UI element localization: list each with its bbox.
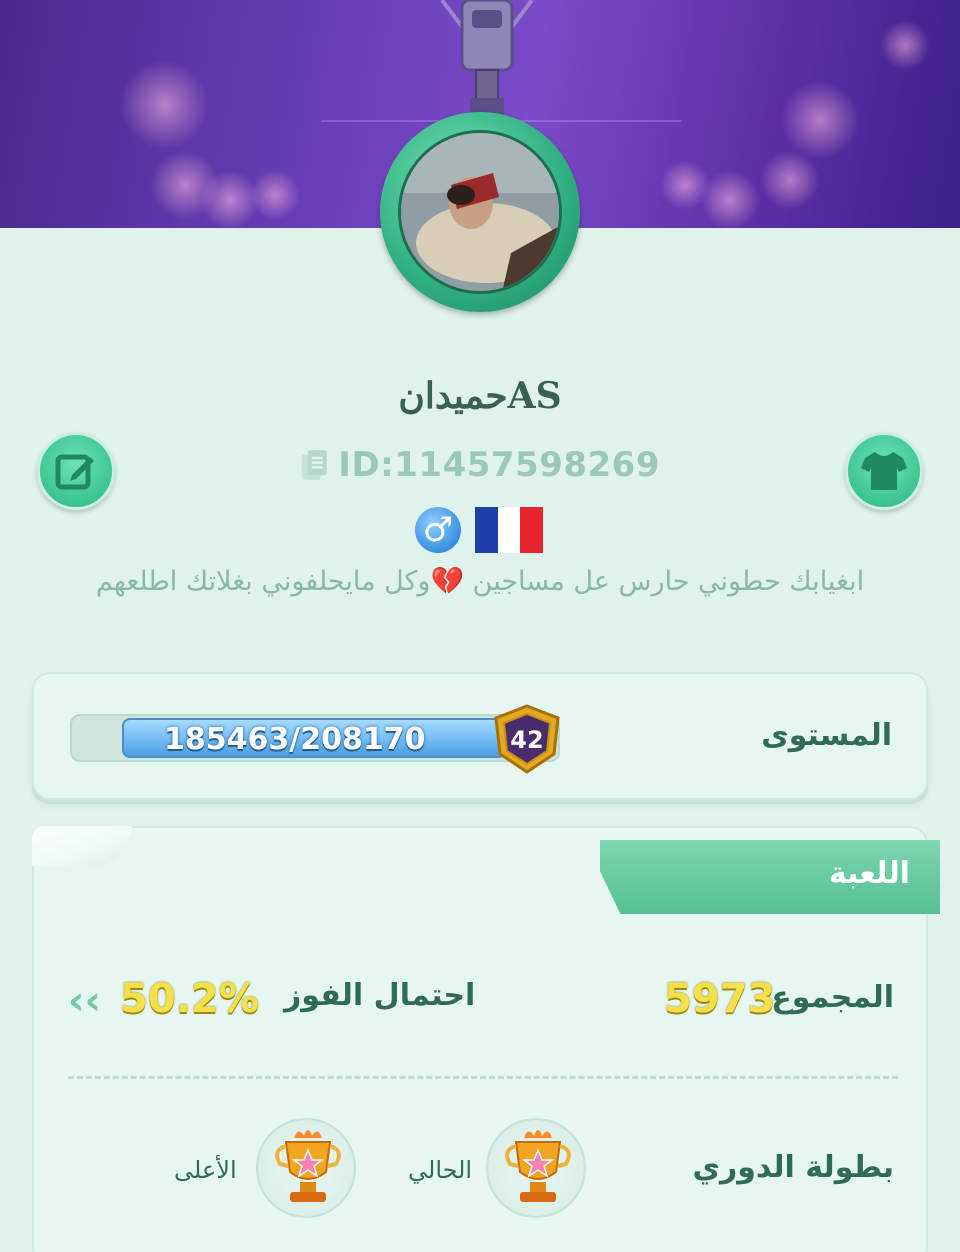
user-id: ID:11457598269	[338, 445, 660, 485]
game-tab-label: اللعبة	[828, 856, 910, 891]
league-label: بطولة الدوري	[692, 1150, 895, 1185]
highest-label: الأعلى	[174, 1156, 237, 1184]
total-value: 5973	[664, 976, 776, 1022]
winrate-value: 50.2%	[120, 976, 259, 1022]
game-stats-card: اللعبة المجموع 5973 احتمال الفوز 50.2% ‹…	[32, 826, 940, 1252]
level-label: المستوى	[761, 718, 892, 753]
shirt-icon	[861, 452, 907, 490]
bio-text: ابغيابك حطوني حارس عل مساجين 💔وكل مايحلف…	[95, 566, 865, 597]
level-badge-icon: 42	[494, 704, 560, 774]
male-icon: ♂	[415, 507, 461, 553]
avatar-photo	[398, 130, 562, 294]
outfit-button[interactable]	[845, 432, 923, 510]
total-label: المجموع	[771, 980, 894, 1015]
highest-trophy[interactable]	[256, 1118, 356, 1218]
trophy-icon	[275, 1130, 341, 1202]
edit-icon	[55, 454, 94, 490]
level-number: 42	[510, 726, 543, 754]
lanyard-icon	[440, 0, 534, 118]
current-label: الحالي	[408, 1156, 473, 1184]
level-card: المستوى 185463/208170 42	[32, 672, 928, 800]
chevron-left-icon[interactable]: ‹‹	[68, 978, 101, 1024]
avatar[interactable]	[380, 112, 580, 312]
xp-progress-bar: 185463/208170	[70, 714, 560, 762]
current-trophy[interactable]	[486, 1118, 586, 1218]
username: حميدانAS	[398, 375, 562, 417]
copy-icon[interactable]	[300, 444, 328, 486]
france-flag	[475, 507, 544, 553]
edit-profile-button[interactable]	[37, 432, 115, 510]
user-id-row[interactable]: ID:11457598269	[300, 440, 660, 490]
winrate-label: احتمال الفوز	[284, 978, 476, 1013]
badges-row: ♂	[415, 505, 555, 555]
game-tab-ribbon[interactable]: اللعبة	[600, 840, 940, 914]
trophy-icon	[505, 1130, 571, 1202]
divider	[68, 1076, 898, 1079]
xp-text: 185463/208170	[164, 722, 426, 757]
